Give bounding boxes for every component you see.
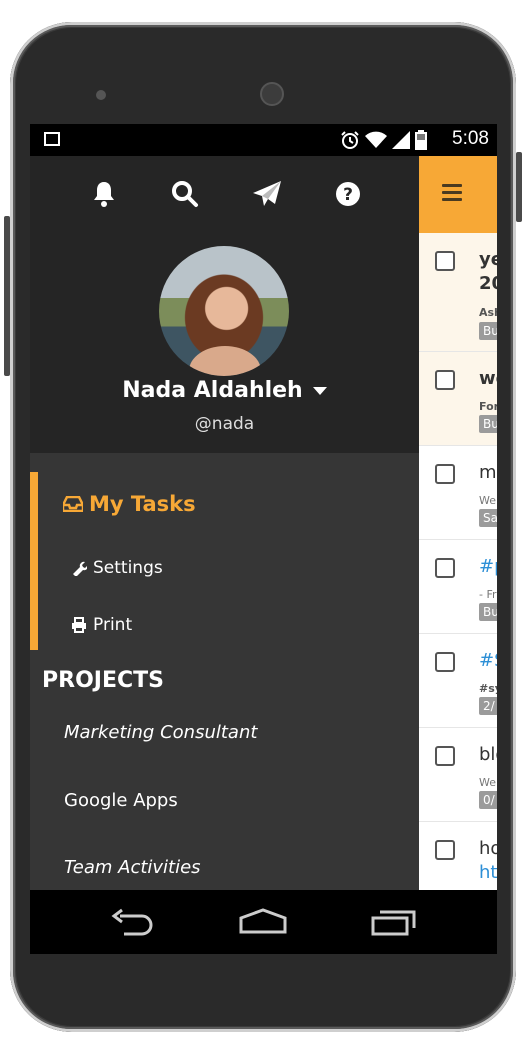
recent-apps-icon[interactable] (370, 908, 418, 936)
task-link[interactable]: ht (479, 862, 497, 883)
task-subtitle: We (479, 776, 496, 789)
task-row[interactable]: ye 20 Ash Bu (419, 233, 497, 352)
task-row[interactable]: blo We 0/ (419, 728, 497, 822)
task-title: ma (479, 462, 497, 483)
navigation-drawer: ? Nada Aldahleh @nada My Tasks Settings … (30, 156, 419, 890)
image-notification-icon (44, 132, 60, 146)
back-icon[interactable] (110, 908, 156, 936)
svg-text:?: ? (343, 185, 353, 205)
task-title: #S (479, 650, 497, 671)
task-list-panel: ye 20 Ash Bu we For Bu ma We Sa #p - Fr … (419, 156, 497, 890)
paper-plane-icon[interactable] (251, 178, 283, 210)
task-title: #p (479, 556, 497, 577)
drawer-menu: My Tasks Settings Print (30, 472, 419, 650)
project-item[interactable]: Team Activities (64, 857, 201, 878)
print-icon (72, 617, 86, 633)
wrench-icon (73, 561, 87, 576)
bell-icon[interactable] (88, 178, 120, 210)
task-title: we (479, 368, 497, 389)
task-subtitle: - Fr (479, 588, 497, 601)
task-checkbox[interactable] (435, 370, 455, 390)
task-tag: Bu (479, 322, 497, 340)
menu-item-settings[interactable]: Settings (71, 558, 163, 578)
task-row[interactable]: #p - Fr Bu (419, 540, 497, 634)
task-subtitle: We (479, 494, 496, 507)
task-title-line2: 20 (479, 273, 497, 294)
menu-item-my-tasks[interactable]: My Tasks (63, 492, 196, 516)
user-name-text: Nada Aldahleh (122, 378, 303, 403)
wifi-icon (365, 131, 387, 148)
drawer-header: ? Nada Aldahleh @nada (30, 156, 419, 453)
task-tag: Bu (479, 415, 497, 433)
task-checkbox[interactable] (435, 558, 455, 578)
settings-label: Settings (93, 558, 163, 578)
task-title: ho (479, 838, 497, 859)
task-checkbox[interactable] (435, 652, 455, 672)
inbox-icon (63, 496, 83, 512)
alarm-icon (341, 131, 359, 149)
hamburger-menu-icon[interactable] (442, 184, 462, 201)
signal-icon (392, 131, 410, 149)
task-tag: Bu (479, 603, 497, 621)
project-item[interactable]: Google Apps (64, 790, 178, 811)
clock: 5:08 (452, 128, 489, 149)
drawer-toolbar: ? (30, 178, 419, 214)
task-checkbox[interactable] (435, 251, 455, 271)
app-bar (419, 156, 497, 233)
power-button (516, 152, 522, 222)
projects-heading: PROJECTS (42, 668, 164, 693)
task-row[interactable]: we For Bu (419, 352, 497, 446)
task-row[interactable]: #S #sy 2/ (419, 634, 497, 728)
search-icon[interactable] (169, 178, 201, 210)
task-checkbox[interactable] (435, 464, 455, 484)
project-item[interactable]: Marketing Consultant (64, 722, 257, 743)
task-row[interactable]: ma We Sa (419, 446, 497, 540)
task-title: ye (479, 249, 497, 270)
volume-button (4, 216, 10, 376)
task-row[interactable]: ho ht (419, 822, 497, 890)
task-tag: 2/ (479, 697, 497, 715)
task-subtitle: For (479, 400, 497, 413)
print-label: Print (93, 615, 133, 635)
my-tasks-label: My Tasks (89, 492, 196, 516)
home-icon[interactable] (238, 908, 288, 936)
task-subtitle: #sy (479, 682, 497, 695)
task-tag: 0/ (479, 791, 497, 809)
android-nav-bar (30, 890, 497, 954)
task-checkbox[interactable] (435, 746, 455, 766)
user-handle: @nada (194, 414, 255, 434)
front-camera (260, 82, 284, 106)
task-subtitle: Ash (479, 306, 497, 319)
task-tag: Sa (479, 509, 497, 527)
user-name[interactable]: Nada Aldahleh (30, 378, 419, 403)
menu-item-print[interactable]: Print (71, 615, 132, 635)
question-circle-icon[interactable]: ? (332, 178, 364, 210)
status-bar: 5:08 (30, 124, 497, 156)
battery-icon (415, 130, 427, 150)
task-title: blo (479, 744, 497, 765)
task-checkbox[interactable] (435, 840, 455, 860)
active-indicator (30, 472, 38, 650)
sensor-dot (96, 90, 106, 100)
caret-down-icon[interactable] (312, 387, 327, 395)
screen: 5:08 ? Nada Aldahleh @nada My Tasks Sett… (30, 124, 497, 954)
avatar[interactable] (159, 246, 289, 376)
status-icons (340, 130, 427, 150)
